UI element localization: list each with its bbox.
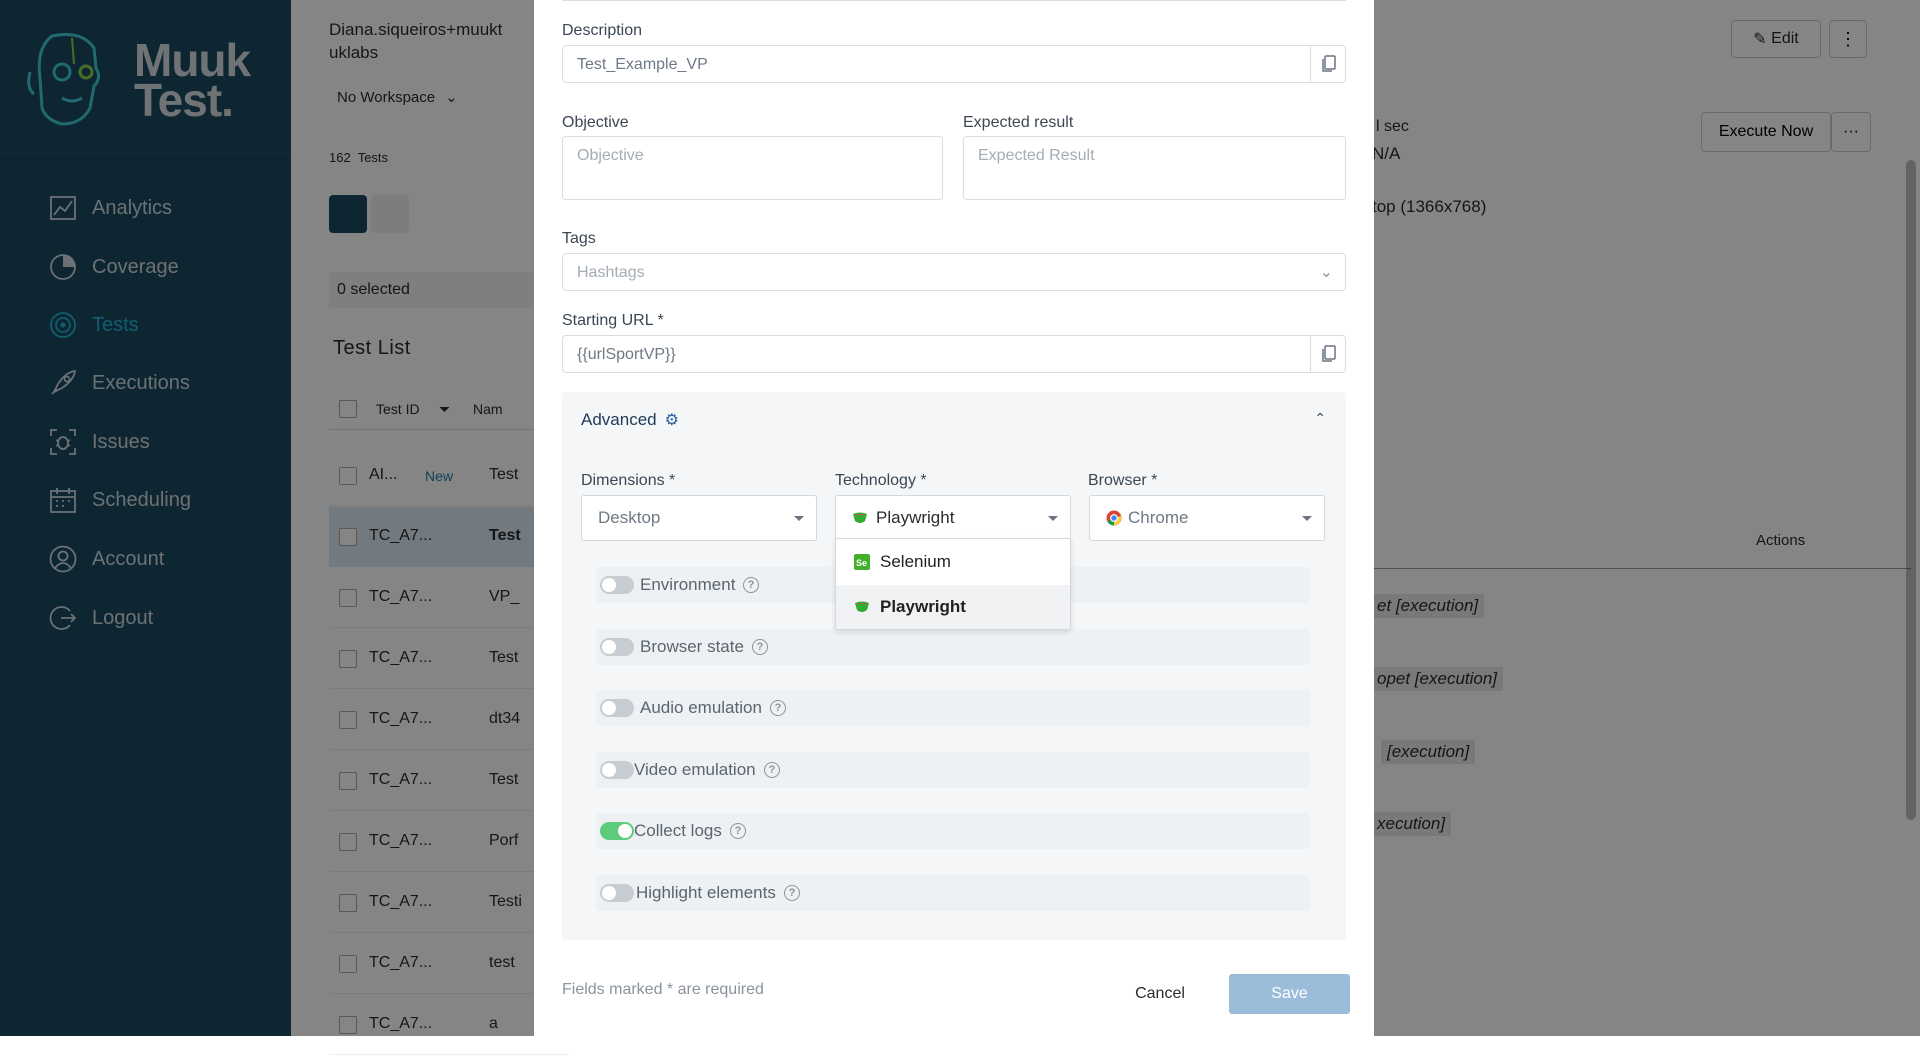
help-icon[interactable]: ? <box>752 639 768 655</box>
caret-down-icon <box>794 516 804 521</box>
help-icon[interactable]: ? <box>764 762 780 778</box>
advanced-toggle[interactable]: Advanced ⚙ <box>581 410 679 430</box>
toggle-label: Audio emulation <box>640 698 762 717</box>
toggle-switch[interactable] <box>600 884 634 902</box>
browser-label: Browser * <box>1088 472 1158 489</box>
objective-textarea[interactable]: Objective <box>562 136 943 200</box>
help-icon[interactable]: ? <box>784 885 800 901</box>
expected-result-textarea[interactable]: Expected Result <box>963 136 1346 200</box>
copy-icon[interactable] <box>1310 335 1346 373</box>
toggle-switch[interactable] <box>600 822 634 840</box>
expected-result-placeholder: Expected Result <box>978 147 1095 164</box>
toggle-label: Highlight elements <box>636 883 776 902</box>
toggle-switch[interactable] <box>600 699 634 717</box>
description-label: Description <box>562 22 643 39</box>
starting-url-input[interactable]: {{urlSportVP}} <box>562 335 1346 373</box>
toggle-label: Environment <box>640 575 736 594</box>
description-value: Test_Example_VP <box>577 56 708 73</box>
expected-result-label: Expected result <box>963 114 1074 131</box>
toggle-row: Video emulation? <box>596 752 1310 788</box>
tags-placeholder: Hashtags <box>577 264 645 281</box>
description-input[interactable]: Test_Example_VP <box>562 45 1346 83</box>
copy-icon[interactable] <box>1310 45 1346 83</box>
playwright-icon <box>855 601 869 612</box>
page-scrollbar[interactable] <box>1906 160 1916 820</box>
tags-select[interactable]: Hashtags ⌄ <box>562 253 1346 291</box>
toggle-row: Highlight elements? <box>596 875 1310 911</box>
technology-label: Technology * <box>835 472 927 489</box>
option-selenium[interactable]: Se Selenium <box>836 540 1070 584</box>
chrome-icon <box>1106 510 1122 526</box>
playwright-icon <box>853 512 867 523</box>
chevron-down-icon: ⌄ <box>1319 264 1333 281</box>
cancel-button[interactable]: Cancel <box>1120 974 1200 1014</box>
save-button[interactable]: Save <box>1229 974 1350 1014</box>
edit-test-modal: Description Test_Example_VP Objective Ob… <box>534 0 1374 1036</box>
gear-icon: ⚙ <box>664 412 679 429</box>
toggle-row: Browser state? <box>596 629 1310 665</box>
selenium-icon: Se <box>854 554 870 570</box>
toggle-row: Audio emulation? <box>596 690 1310 726</box>
help-icon[interactable]: ? <box>743 577 759 593</box>
technology-select[interactable]: Playwright <box>835 495 1071 541</box>
dimensions-select[interactable]: Desktop <box>581 495 817 541</box>
top-border <box>562 0 1346 1</box>
objective-label: Objective <box>562 114 629 131</box>
starting-url-label: Starting URL * <box>562 312 664 329</box>
caret-down-icon <box>1048 516 1058 521</box>
tags-label: Tags <box>562 230 596 247</box>
toggle-row: Collect logs? <box>596 813 1310 849</box>
caret-down-icon <box>1302 516 1312 521</box>
toggle-switch[interactable] <box>600 576 634 594</box>
toggle-switch[interactable] <box>600 638 634 656</box>
browser-select[interactable]: Chrome <box>1089 495 1325 541</box>
advanced-section: Advanced ⚙ ⌃ Dimensions * Technology * B… <box>562 392 1346 940</box>
help-icon[interactable]: ? <box>770 700 786 716</box>
toggle-label: Browser state <box>640 637 744 656</box>
toggle-switch[interactable] <box>600 761 634 779</box>
help-icon[interactable]: ? <box>730 823 746 839</box>
toggle-label: Video emulation <box>634 760 756 779</box>
required-note: Fields marked * are required <box>562 981 764 998</box>
toggle-label: Collect logs <box>634 821 722 840</box>
option-playwright[interactable]: Playwright <box>836 585 1070 629</box>
dimensions-label: Dimensions * <box>581 472 676 489</box>
starting-url-value: {{urlSportVP}} <box>577 346 676 363</box>
chevron-up-icon[interactable]: ⌃ <box>1314 410 1326 427</box>
technology-dropdown: Se Selenium Playwright <box>835 538 1071 630</box>
svg-text:Se: Se <box>856 558 867 568</box>
objective-placeholder: Objective <box>577 147 644 164</box>
